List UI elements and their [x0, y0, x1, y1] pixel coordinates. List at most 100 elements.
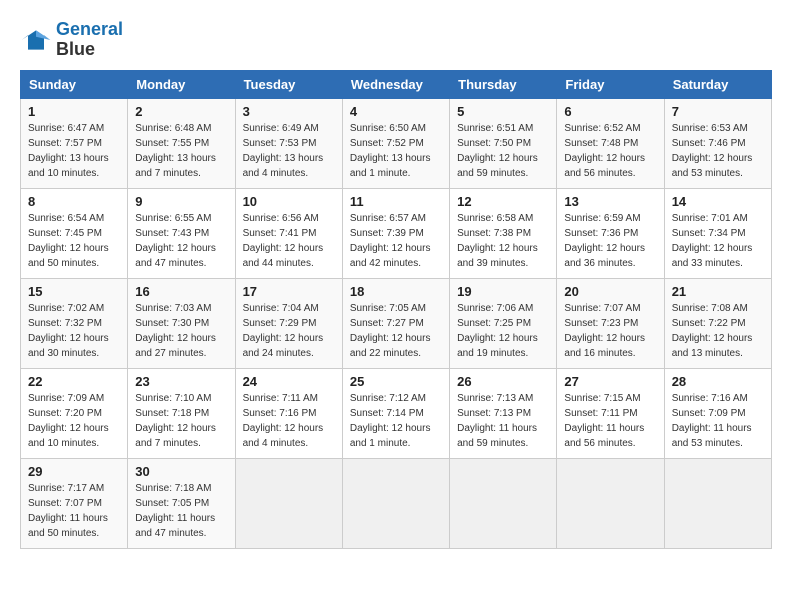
day-info: Sunrise: 7:07 AMSunset: 7:23 PMDaylight:… — [564, 301, 656, 361]
day-number: 24 — [243, 374, 335, 389]
day-number: 9 — [135, 194, 227, 209]
col-header-sunday: Sunday — [21, 70, 128, 98]
calendar-cell: 18 Sunrise: 7:05 AMSunset: 7:27 PMDaylig… — [342, 278, 449, 368]
calendar-cell: 6 Sunrise: 6:52 AMSunset: 7:48 PMDayligh… — [557, 98, 664, 188]
day-number: 27 — [564, 374, 656, 389]
col-header-wednesday: Wednesday — [342, 70, 449, 98]
day-info: Sunrise: 7:09 AMSunset: 7:20 PMDaylight:… — [28, 391, 120, 451]
col-header-tuesday: Tuesday — [235, 70, 342, 98]
day-number: 29 — [28, 464, 120, 479]
day-info: Sunrise: 7:10 AMSunset: 7:18 PMDaylight:… — [135, 391, 227, 451]
day-number: 28 — [672, 374, 764, 389]
calendar-cell — [664, 458, 771, 548]
day-number: 8 — [28, 194, 120, 209]
day-info: Sunrise: 6:58 AMSunset: 7:38 PMDaylight:… — [457, 211, 549, 271]
day-number: 4 — [350, 104, 442, 119]
calendar-cell: 1 Sunrise: 6:47 AMSunset: 7:57 PMDayligh… — [21, 98, 128, 188]
calendar-cell: 14 Sunrise: 7:01 AMSunset: 7:34 PMDaylig… — [664, 188, 771, 278]
day-info: Sunrise: 7:17 AMSunset: 7:07 PMDaylight:… — [28, 481, 120, 541]
day-info: Sunrise: 7:02 AMSunset: 7:32 PMDaylight:… — [28, 301, 120, 361]
logo-icon — [20, 24, 52, 56]
day-info: Sunrise: 7:04 AMSunset: 7:29 PMDaylight:… — [243, 301, 335, 361]
day-info: Sunrise: 7:18 AMSunset: 7:05 PMDaylight:… — [135, 481, 227, 541]
calendar-cell: 25 Sunrise: 7:12 AMSunset: 7:14 PMDaylig… — [342, 368, 449, 458]
day-info: Sunrise: 6:55 AMSunset: 7:43 PMDaylight:… — [135, 211, 227, 271]
col-header-saturday: Saturday — [664, 70, 771, 98]
logo-text: General Blue — [56, 20, 123, 60]
day-info: Sunrise: 6:57 AMSunset: 7:39 PMDaylight:… — [350, 211, 442, 271]
day-info: Sunrise: 6:54 AMSunset: 7:45 PMDaylight:… — [28, 211, 120, 271]
day-info: Sunrise: 7:05 AMSunset: 7:27 PMDaylight:… — [350, 301, 442, 361]
calendar-cell: 10 Sunrise: 6:56 AMSunset: 7:41 PMDaylig… — [235, 188, 342, 278]
day-number: 18 — [350, 284, 442, 299]
calendar-cell: 7 Sunrise: 6:53 AMSunset: 7:46 PMDayligh… — [664, 98, 771, 188]
calendar-cell: 13 Sunrise: 6:59 AMSunset: 7:36 PMDaylig… — [557, 188, 664, 278]
col-header-monday: Monday — [128, 70, 235, 98]
calendar-cell — [342, 458, 449, 548]
calendar-cell — [235, 458, 342, 548]
day-number: 1 — [28, 104, 120, 119]
day-info: Sunrise: 6:49 AMSunset: 7:53 PMDaylight:… — [243, 121, 335, 181]
day-info: Sunrise: 7:11 AMSunset: 7:16 PMDaylight:… — [243, 391, 335, 451]
day-number: 11 — [350, 194, 442, 209]
day-info: Sunrise: 6:59 AMSunset: 7:36 PMDaylight:… — [564, 211, 656, 271]
calendar-cell: 26 Sunrise: 7:13 AMSunset: 7:13 PMDaylig… — [450, 368, 557, 458]
calendar-cell: 16 Sunrise: 7:03 AMSunset: 7:30 PMDaylig… — [128, 278, 235, 368]
day-info: Sunrise: 7:12 AMSunset: 7:14 PMDaylight:… — [350, 391, 442, 451]
calendar-cell: 2 Sunrise: 6:48 AMSunset: 7:55 PMDayligh… — [128, 98, 235, 188]
day-number: 16 — [135, 284, 227, 299]
day-info: Sunrise: 7:13 AMSunset: 7:13 PMDaylight:… — [457, 391, 549, 451]
day-info: Sunrise: 6:47 AMSunset: 7:57 PMDaylight:… — [28, 121, 120, 181]
calendar-cell: 20 Sunrise: 7:07 AMSunset: 7:23 PMDaylig… — [557, 278, 664, 368]
day-info: Sunrise: 6:56 AMSunset: 7:41 PMDaylight:… — [243, 211, 335, 271]
day-info: Sunrise: 7:08 AMSunset: 7:22 PMDaylight:… — [672, 301, 764, 361]
calendar-cell: 8 Sunrise: 6:54 AMSunset: 7:45 PMDayligh… — [21, 188, 128, 278]
calendar-cell: 5 Sunrise: 6:51 AMSunset: 7:50 PMDayligh… — [450, 98, 557, 188]
day-number: 20 — [564, 284, 656, 299]
calendar-table: SundayMondayTuesdayWednesdayThursdayFrid… — [20, 70, 772, 549]
day-number: 2 — [135, 104, 227, 119]
calendar-cell — [450, 458, 557, 548]
day-number: 23 — [135, 374, 227, 389]
calendar-cell: 12 Sunrise: 6:58 AMSunset: 7:38 PMDaylig… — [450, 188, 557, 278]
calendar-cell: 21 Sunrise: 7:08 AMSunset: 7:22 PMDaylig… — [664, 278, 771, 368]
calendar-cell: 23 Sunrise: 7:10 AMSunset: 7:18 PMDaylig… — [128, 368, 235, 458]
day-number: 13 — [564, 194, 656, 209]
calendar-cell: 11 Sunrise: 6:57 AMSunset: 7:39 PMDaylig… — [342, 188, 449, 278]
day-number: 12 — [457, 194, 549, 209]
day-info: Sunrise: 6:51 AMSunset: 7:50 PMDaylight:… — [457, 121, 549, 181]
calendar-cell: 28 Sunrise: 7:16 AMSunset: 7:09 PMDaylig… — [664, 368, 771, 458]
day-info: Sunrise: 7:03 AMSunset: 7:30 PMDaylight:… — [135, 301, 227, 361]
day-info: Sunrise: 7:15 AMSunset: 7:11 PMDaylight:… — [564, 391, 656, 451]
day-number: 3 — [243, 104, 335, 119]
calendar-cell: 15 Sunrise: 7:02 AMSunset: 7:32 PMDaylig… — [21, 278, 128, 368]
calendar-cell: 4 Sunrise: 6:50 AMSunset: 7:52 PMDayligh… — [342, 98, 449, 188]
calendar-cell: 27 Sunrise: 7:15 AMSunset: 7:11 PMDaylig… — [557, 368, 664, 458]
calendar-cell: 24 Sunrise: 7:11 AMSunset: 7:16 PMDaylig… — [235, 368, 342, 458]
day-number: 14 — [672, 194, 764, 209]
day-number: 26 — [457, 374, 549, 389]
calendar-cell: 17 Sunrise: 7:04 AMSunset: 7:29 PMDaylig… — [235, 278, 342, 368]
col-header-friday: Friday — [557, 70, 664, 98]
logo: General Blue — [20, 20, 123, 60]
day-info: Sunrise: 6:50 AMSunset: 7:52 PMDaylight:… — [350, 121, 442, 181]
calendar-cell: 30 Sunrise: 7:18 AMSunset: 7:05 PMDaylig… — [128, 458, 235, 548]
day-number: 25 — [350, 374, 442, 389]
day-number: 5 — [457, 104, 549, 119]
day-number: 30 — [135, 464, 227, 479]
calendar-cell: 22 Sunrise: 7:09 AMSunset: 7:20 PMDaylig… — [21, 368, 128, 458]
day-info: Sunrise: 7:01 AMSunset: 7:34 PMDaylight:… — [672, 211, 764, 271]
day-number: 19 — [457, 284, 549, 299]
day-number: 6 — [564, 104, 656, 119]
day-info: Sunrise: 6:52 AMSunset: 7:48 PMDaylight:… — [564, 121, 656, 181]
page-header: General Blue — [20, 20, 772, 60]
calendar-cell: 3 Sunrise: 6:49 AMSunset: 7:53 PMDayligh… — [235, 98, 342, 188]
calendar-cell: 19 Sunrise: 7:06 AMSunset: 7:25 PMDaylig… — [450, 278, 557, 368]
day-number: 17 — [243, 284, 335, 299]
calendar-cell: 29 Sunrise: 7:17 AMSunset: 7:07 PMDaylig… — [21, 458, 128, 548]
calendar-cell — [557, 458, 664, 548]
day-info: Sunrise: 6:53 AMSunset: 7:46 PMDaylight:… — [672, 121, 764, 181]
day-number: 7 — [672, 104, 764, 119]
day-number: 22 — [28, 374, 120, 389]
col-header-thursday: Thursday — [450, 70, 557, 98]
